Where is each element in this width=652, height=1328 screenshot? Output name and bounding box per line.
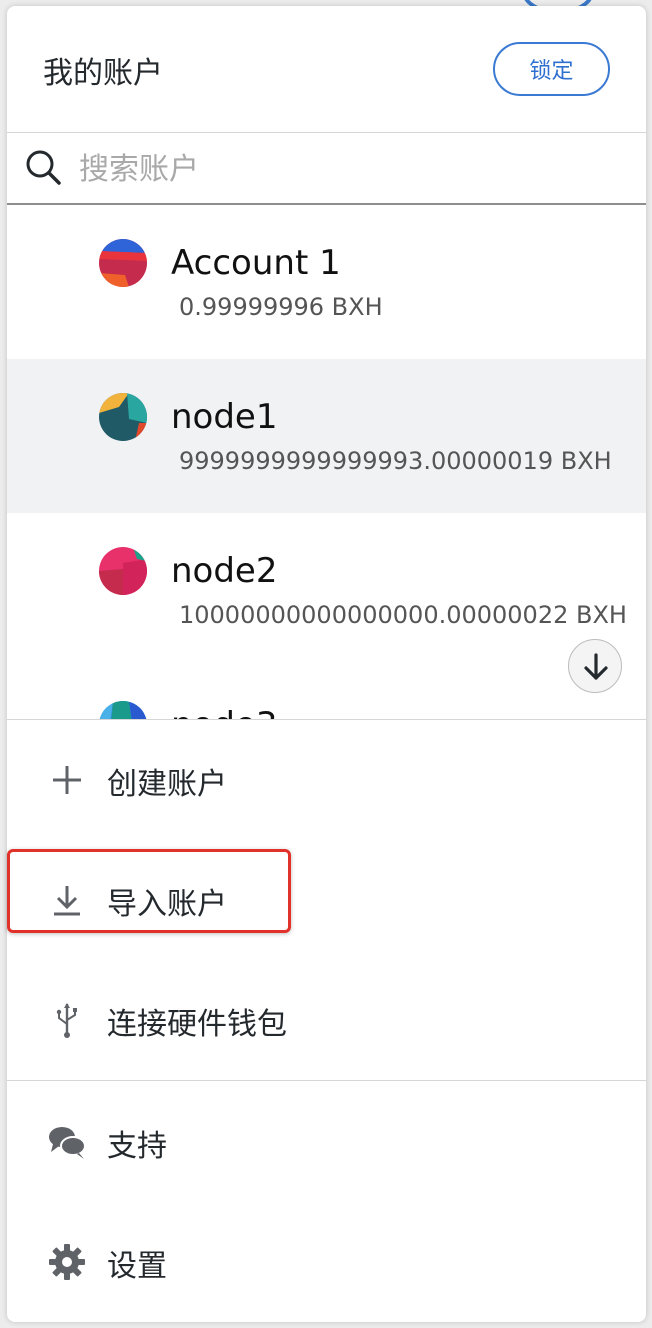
account-name: node2 xyxy=(171,551,278,591)
account-item-node1[interactable]: node1 9999999999999993.00000019 BXH xyxy=(7,359,646,513)
gear-icon xyxy=(49,1244,85,1280)
divider xyxy=(7,1080,646,1081)
search-input[interactable] xyxy=(77,143,621,195)
account-identicon xyxy=(99,393,147,441)
chat-bubbles-icon xyxy=(49,1127,86,1159)
search-icon xyxy=(26,150,61,185)
account-menu-header: 我的账户 锁定 xyxy=(7,6,646,133)
support-label: 支持 xyxy=(107,1129,167,1164)
connect-hardware-wallet-label: 连接硬件钱包 xyxy=(107,1007,287,1042)
account-item-node2[interactable]: node2 10000000000000000.00000022 BXH xyxy=(7,513,646,667)
account-balance: 0.99999996 BXH xyxy=(179,293,383,321)
account-balance: 10000000000000000.00000022 BXH xyxy=(179,601,627,629)
search-bar xyxy=(7,133,646,205)
settings-label: 设置 xyxy=(107,1249,167,1284)
account-item-node3[interactable]: node3 xyxy=(7,667,646,719)
account-name: node1 xyxy=(171,397,278,437)
account-identicon xyxy=(99,547,147,595)
menu-title: 我的账户 xyxy=(43,56,163,91)
plus-icon xyxy=(53,766,81,794)
account-balance: 9999999999999993.00000019 BXH xyxy=(179,447,612,475)
import-account-highlight xyxy=(7,849,291,933)
scroll-down-button[interactable] xyxy=(568,639,622,693)
arrow-down-icon xyxy=(584,653,608,680)
create-account-item[interactable]: 创建账户 xyxy=(7,730,646,830)
account-item-account-1[interactable]: Account 1 0.99999996 BXH xyxy=(7,205,646,359)
support-item[interactable]: 支持 xyxy=(7,1092,646,1192)
lock-button[interactable]: 锁定 xyxy=(493,42,610,96)
divider xyxy=(7,719,646,720)
account-name: Account 1 xyxy=(171,243,341,283)
account-name: node3 xyxy=(171,705,277,719)
connect-hardware-wallet-item[interactable]: 连接硬件钱包 xyxy=(7,970,646,1070)
usb-icon xyxy=(56,1003,77,1038)
account-identicon xyxy=(99,701,147,719)
account-list: Account 1 0.99999996 BXH node1 999999999… xyxy=(7,205,646,719)
create-account-label: 创建账户 xyxy=(107,767,227,802)
account-identicon xyxy=(99,239,147,287)
account-menu: 我的账户 锁定 Account 1 0.99999996 BXH xyxy=(7,6,646,1322)
settings-item[interactable]: 设置 xyxy=(7,1212,646,1312)
